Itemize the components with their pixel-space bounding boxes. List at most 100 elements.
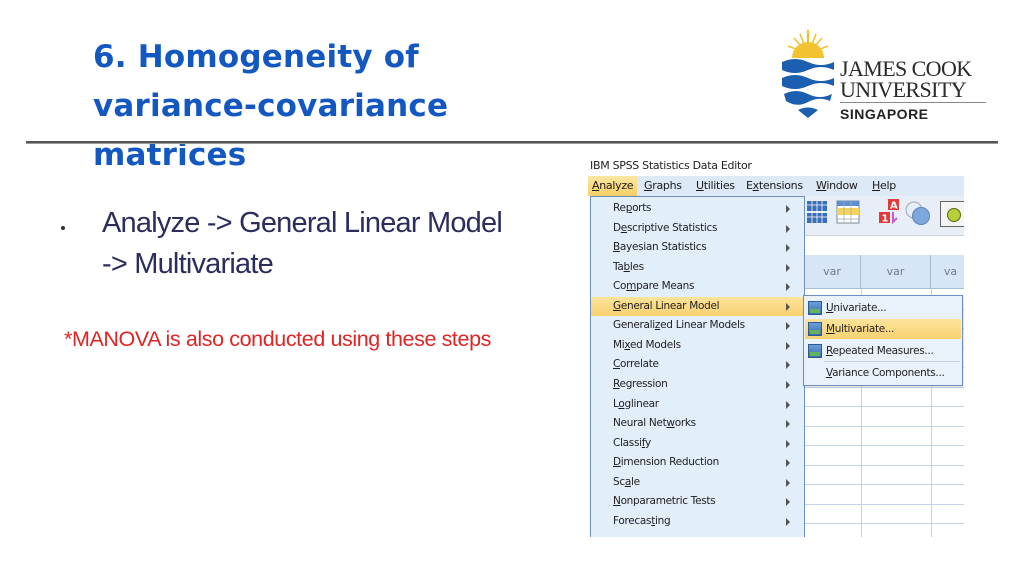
label-part: onparametric Tests	[620, 495, 716, 508]
value-labels-icon[interactable]: A 1	[878, 198, 902, 226]
univariate-icon	[808, 301, 822, 315]
label-part: W	[816, 179, 827, 192]
submenu-arrow-icon	[786, 341, 790, 350]
menu-item-classify[interactable]: Classify	[591, 434, 804, 454]
submenu-arrow-icon	[786, 361, 790, 370]
title-line-2: variance-covariance	[93, 88, 449, 124]
variable-view-icon[interactable]	[836, 200, 860, 224]
menubar-window[interactable]: Window	[812, 176, 862, 196]
submenu-arrow-icon	[786, 283, 790, 292]
spss-screenshot: IBM SPSS Statistics Data Editor Analyze G…	[588, 157, 964, 537]
menubar-utilities[interactable]: Utilities	[692, 176, 739, 196]
grid-row-line	[804, 484, 964, 485]
grid-row-line	[804, 464, 964, 466]
label-part: ed Linear Models	[660, 319, 745, 332]
submenu-arrow-icon	[786, 400, 790, 409]
menubar-extensions[interactable]: Extensions	[742, 176, 807, 196]
label-part: Forecas	[613, 514, 652, 527]
add-button[interactable]	[940, 201, 964, 227]
spss-toolbar: A 1	[804, 196, 964, 236]
label-part: Co	[613, 280, 627, 293]
menu-item-scale[interactable]: Scale	[591, 473, 804, 493]
menu-item-descriptive-statistics[interactable]: Descriptive Statistics	[591, 219, 804, 239]
label-part: le	[630, 475, 640, 488]
submenu-arrow-icon	[786, 478, 790, 487]
column-header[interactable]: va	[931, 255, 964, 289]
menubar-help[interactable]: Help	[868, 176, 900, 196]
submenu-arrow-icon	[786, 263, 790, 272]
label-part: indow	[826, 179, 858, 192]
label-part: elp	[879, 179, 896, 192]
menu-item-compare-means[interactable]: Compare Means	[591, 277, 804, 297]
repeated-measures-icon	[808, 344, 822, 358]
label-part: ing	[655, 514, 671, 527]
menu-item-forecasting[interactable]: Forecasting	[591, 512, 804, 532]
bullet-line-1: Analyze -> General Linear Model	[102, 207, 503, 239]
grid-row-line	[804, 425, 964, 427]
university-logo: JAMES COOK UNIVERSITY SINGAPORE	[778, 26, 993, 122]
label-part: ariance Components...	[832, 367, 945, 379]
submenu-arrow-icon	[786, 244, 790, 253]
label-part: M	[826, 323, 835, 335]
label-part: Classi	[613, 436, 642, 449]
logo-text-university: UNIVERSITY	[840, 77, 967, 102]
label-part: eneral Linear Model	[620, 299, 720, 312]
menu-item-generalized-linear-models[interactable]: Generalized Linear Models	[591, 316, 804, 336]
menubar-analyze[interactable]: Analyze	[588, 176, 638, 196]
label-part: glinear	[624, 397, 660, 410]
label-part: G	[613, 299, 621, 312]
label-part: pare Means	[636, 280, 695, 293]
menu-item-nonparametric-tests[interactable]: Nonparametric Tests	[591, 492, 804, 512]
label-part: Generali	[613, 319, 655, 332]
label-part: y	[644, 436, 651, 449]
label-part: Re	[613, 202, 626, 214]
menubar-graphs[interactable]: Graphs	[640, 176, 686, 196]
column-header[interactable]: var	[861, 255, 931, 289]
venn-sets-icon[interactable]	[904, 200, 932, 226]
submenu-separator	[824, 361, 960, 362]
submenu-item-multivariate[interactable]: Multivariate...	[805, 319, 961, 339]
submenu-item-univariate[interactable]: Univariate...	[805, 298, 961, 318]
menu-item-dimension-reduction[interactable]: Dimension Reduction	[591, 453, 804, 473]
submenu-arrow-icon	[786, 205, 790, 213]
menu-item-reports[interactable]: Reports	[591, 199, 804, 219]
label-part: tilities	[703, 179, 735, 192]
menu-item-loglinear[interactable]: Loglinear	[591, 395, 804, 415]
title-line-3: matrices	[93, 137, 247, 173]
menu-item-mixed-models[interactable]: Mixed Models	[591, 336, 804, 356]
logo-text-singapore: SINGAPORE	[840, 106, 929, 122]
grid-row-line	[804, 523, 964, 524]
label-part: D	[613, 456, 621, 469]
column-header[interactable]: var	[804, 255, 861, 289]
title-line-1: 6. Homogeneity of	[93, 39, 419, 75]
submenu-item-repeated-measures[interactable]: Repeated Measures...	[805, 341, 961, 361]
plus-icon	[947, 208, 961, 222]
label-part: nalyze	[599, 179, 634, 192]
label-part: nivariate...	[833, 302, 887, 314]
menu-item-tables[interactable]: Tables	[591, 258, 804, 278]
bullet-marker	[61, 226, 65, 230]
data-view-icon[interactable]	[806, 200, 828, 224]
label-part: m	[626, 280, 637, 293]
menu-item-bayesian-statistics[interactable]: Bayesian Statistics	[591, 238, 804, 258]
label-part: les	[629, 260, 644, 273]
label-part: orks	[674, 417, 696, 430]
label-part: ultivariate...	[834, 323, 895, 335]
grid-row-line	[804, 445, 964, 446]
menu-item-neural-networks[interactable]: Neural Networks	[591, 414, 804, 434]
slide-title: 6. Homogeneity of variance-covariance ma…	[93, 33, 533, 180]
grid-row-line	[804, 386, 964, 388]
label-part: Ta	[613, 260, 624, 273]
menu-item-general-linear-model[interactable]: General Linear Model	[591, 296, 804, 317]
multivariate-icon	[808, 322, 822, 336]
logo-text-james-cook: JAMES COOK	[840, 56, 972, 81]
svg-text:A: A	[890, 201, 898, 212]
label-part: U	[696, 179, 704, 192]
grid-row-line	[804, 406, 964, 407]
submenu-arrow-icon	[786, 439, 790, 448]
spss-menubar: Analyze Graphs Utilities Extensions Window He…	[588, 176, 964, 196]
menu-item-regression[interactable]: Regression	[591, 375, 804, 395]
submenu-item-variance-components[interactable]: Variance Components...	[805, 363, 961, 383]
label-part: C	[613, 358, 621, 371]
menu-item-correlate[interactable]: Correlate	[591, 355, 804, 375]
